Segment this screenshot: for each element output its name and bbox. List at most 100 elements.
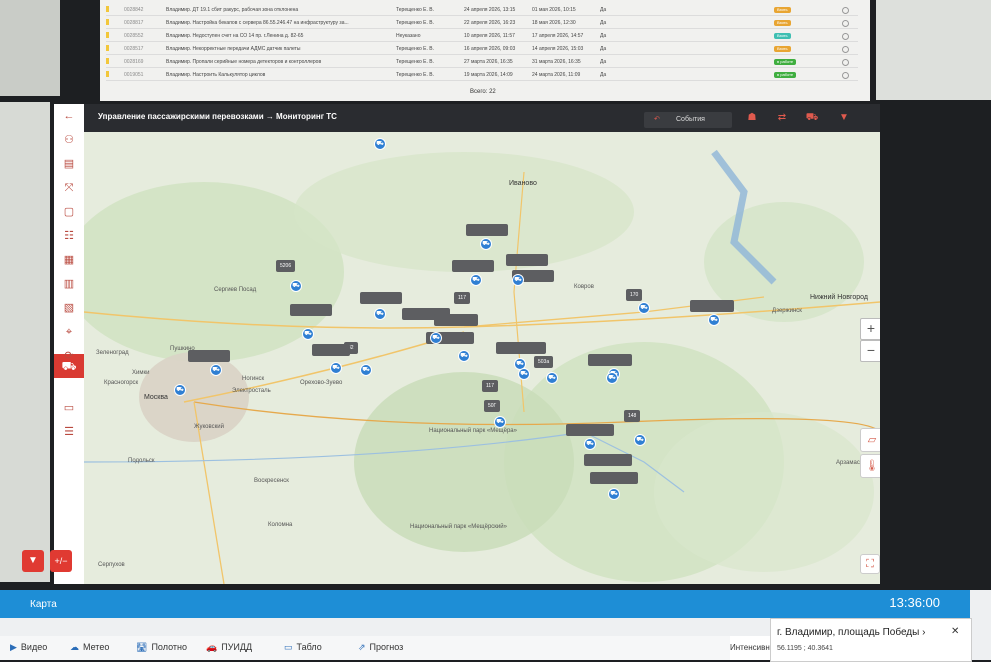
vehicle-marker[interactable] xyxy=(360,292,402,304)
map-canvas[interactable]: Иваново Нижний Новгород Ковров Москва Се… xyxy=(84,132,880,584)
bus-icon[interactable]: ⛟ xyxy=(584,438,596,450)
bus-icon[interactable]: ⛟ xyxy=(518,368,530,380)
settings-sliders-icon[interactable]: ☰ xyxy=(61,424,77,440)
bus-icon[interactable]: ⛟ xyxy=(374,138,386,150)
bus-icon[interactable]: ⛟ xyxy=(374,308,386,320)
calendar-icon[interactable]: ▦ xyxy=(61,252,77,268)
tab-0[interactable]: ▶ Видео xyxy=(10,642,47,653)
task-action-badge[interactable]: в работе xyxy=(774,59,797,65)
task-action-badge[interactable]: Взять xyxy=(774,20,791,26)
bus-icon[interactable]: ⛟ xyxy=(606,372,618,384)
bus-icon[interactable]: ⛟ xyxy=(638,302,650,314)
task-action-badge[interactable]: Взять xyxy=(774,33,791,39)
search-icon[interactable] xyxy=(842,72,849,79)
bus-icon[interactable]: ⛟ xyxy=(494,416,506,428)
bus-icon[interactable]: ⛟ xyxy=(634,434,646,446)
task-action-badge[interactable]: Взять xyxy=(774,46,791,52)
tab-5[interactable]: ⇗ Прогноз xyxy=(358,642,403,653)
vehicle-marker[interactable] xyxy=(496,342,546,354)
events-label: События xyxy=(676,116,705,123)
table-row[interactable]: 0028517 Владимир. Некорректные передачи А… xyxy=(106,43,858,55)
vehicle-marker[interactable] xyxy=(290,304,332,316)
location-pin-icon[interactable]: ⌖ xyxy=(61,324,77,340)
vehicle-marker[interactable]: 5206 xyxy=(276,260,296,272)
sidebar: ⛟ ← ⚇ ▤ ⤧ ▢ ☷ ▦ ▥ ▧ ⌖ ⟳ ▭ ☰ xyxy=(54,104,85,584)
vehicle-marker[interactable] xyxy=(584,454,632,466)
bus-icon[interactable]: ⛟ xyxy=(804,112,820,126)
bus-icon[interactable]: ⛟ xyxy=(546,372,558,384)
task-action-badge[interactable]: Взять xyxy=(774,7,791,13)
filter-fab[interactable]: ▼ xyxy=(22,550,44,572)
task-user: Неуказано xyxy=(396,33,421,39)
zoom-out-button[interactable]: − xyxy=(860,340,880,362)
task-action-badge[interactable]: в работе xyxy=(774,72,797,78)
city-label: Серпухов xyxy=(98,562,125,568)
shuffle-icon[interactable]: ⇄ xyxy=(774,112,790,126)
vehicle-marker[interactable]: 117 xyxy=(482,380,498,392)
vehicle-marker[interactable]: 117 xyxy=(454,292,470,304)
document-icon[interactable]: ▤ xyxy=(61,156,77,172)
bus-icon[interactable]: ⛟ xyxy=(290,280,302,292)
people-icon[interactable]: ☗ xyxy=(744,112,760,126)
bus-icon[interactable]: ⛟ xyxy=(470,274,482,286)
table-row[interactable]: 0019051 Владимир. Настроить Калькулятор ц… xyxy=(106,69,858,81)
vehicle-marker[interactable] xyxy=(434,314,478,326)
intensity-tab[interactable]: Интенсивность xyxy=(730,636,770,660)
bus-icon[interactable]: ⛟ xyxy=(330,362,342,374)
events-button[interactable]: ↶ События xyxy=(644,112,732,128)
table-row[interactable]: 0028842 Владимир. ДТ 19.1 сбит ракурс, ра… xyxy=(106,4,858,16)
filter-icon[interactable]: ▼ xyxy=(836,112,852,126)
vehicle-marker[interactable]: 170 xyxy=(626,289,643,301)
vehicle-marker[interactable] xyxy=(466,224,508,236)
bus-icon[interactable]: ⛟ xyxy=(480,238,492,250)
bus-icon[interactable]: ⛟ xyxy=(174,384,186,396)
bus-icon[interactable]: ⛟ xyxy=(360,364,372,376)
vehicle-marker[interactable] xyxy=(588,354,632,366)
bus-icon[interactable]: ⛟ xyxy=(512,274,524,286)
vehicle-marker[interactable] xyxy=(566,424,614,436)
search-icon[interactable] xyxy=(842,59,849,66)
search-icon[interactable] xyxy=(842,20,849,27)
location-title[interactable]: г. Владимир, площадь Победы › xyxy=(777,627,925,638)
bus-icon[interactable]: ⛟ xyxy=(708,314,720,326)
vehicle-marker[interactable]: 50Г xyxy=(484,400,501,412)
bus-icon[interactable]: ⛟ xyxy=(608,488,620,500)
list-icon[interactable]: ▭ xyxy=(61,400,77,416)
back-arrow-icon[interactable]: ← xyxy=(61,108,77,124)
close-icon[interactable]: ✕ xyxy=(951,626,959,637)
report-icon[interactable]: ▥ xyxy=(61,276,77,292)
search-icon[interactable] xyxy=(842,33,849,40)
fullscreen-button[interactable]: ⛶ xyxy=(860,554,880,574)
tab-4[interactable]: ▭ Табло xyxy=(284,642,322,653)
org-chart-icon[interactable]: ⚇ xyxy=(61,132,77,148)
file-icon[interactable]: ▢ xyxy=(61,204,77,220)
route-icon[interactable]: ▧ xyxy=(61,300,77,316)
table-row[interactable]: 0028817 Владимир. Настройка бекапов с сер… xyxy=(106,17,858,29)
network-icon[interactable]: ⤧ xyxy=(61,180,77,196)
tab-1[interactable]: ☁ Метео xyxy=(70,642,109,653)
vehicle-marker[interactable]: 148 xyxy=(624,410,641,422)
zoom-in-button[interactable]: + xyxy=(860,318,880,340)
bus-icon[interactable]: ⛟ xyxy=(430,332,442,344)
bus-icon[interactable]: ⛟ xyxy=(210,364,222,376)
vehicle-marker[interactable] xyxy=(312,344,350,356)
vehicle-marker[interactable] xyxy=(590,472,638,484)
table-row[interactable]: 0028552 Владимир. Недоступен счет на СО 1… xyxy=(106,30,858,42)
bus-icon[interactable]: ⛟ xyxy=(458,350,470,362)
table-row[interactable]: 0028169 Владимир. Пропали серийные номера… xyxy=(106,56,858,68)
search-icon[interactable] xyxy=(842,7,849,14)
checklist-icon[interactable]: ☷ xyxy=(61,228,77,244)
vehicle-marker[interactable]: 503а xyxy=(534,356,554,368)
vehicle-marker[interactable] xyxy=(690,300,734,312)
tab-2[interactable]: 🛣 Полотно xyxy=(136,642,187,653)
refresh-icon[interactable]: ⟳ xyxy=(61,348,77,364)
search-icon[interactable] xyxy=(842,46,849,53)
thermometer-icon[interactable]: 🌡 xyxy=(860,454,880,478)
vehicle-marker[interactable] xyxy=(452,260,494,272)
plusminus-fab[interactable]: +/− xyxy=(50,550,72,572)
vehicle-marker[interactable] xyxy=(188,350,230,362)
ruler-icon[interactable]: ▱ xyxy=(860,428,880,452)
tab-3[interactable]: 🚗 ПУИДД xyxy=(206,642,252,653)
bus-icon[interactable]: ⛟ xyxy=(302,328,314,340)
vehicle-marker[interactable] xyxy=(506,254,548,266)
